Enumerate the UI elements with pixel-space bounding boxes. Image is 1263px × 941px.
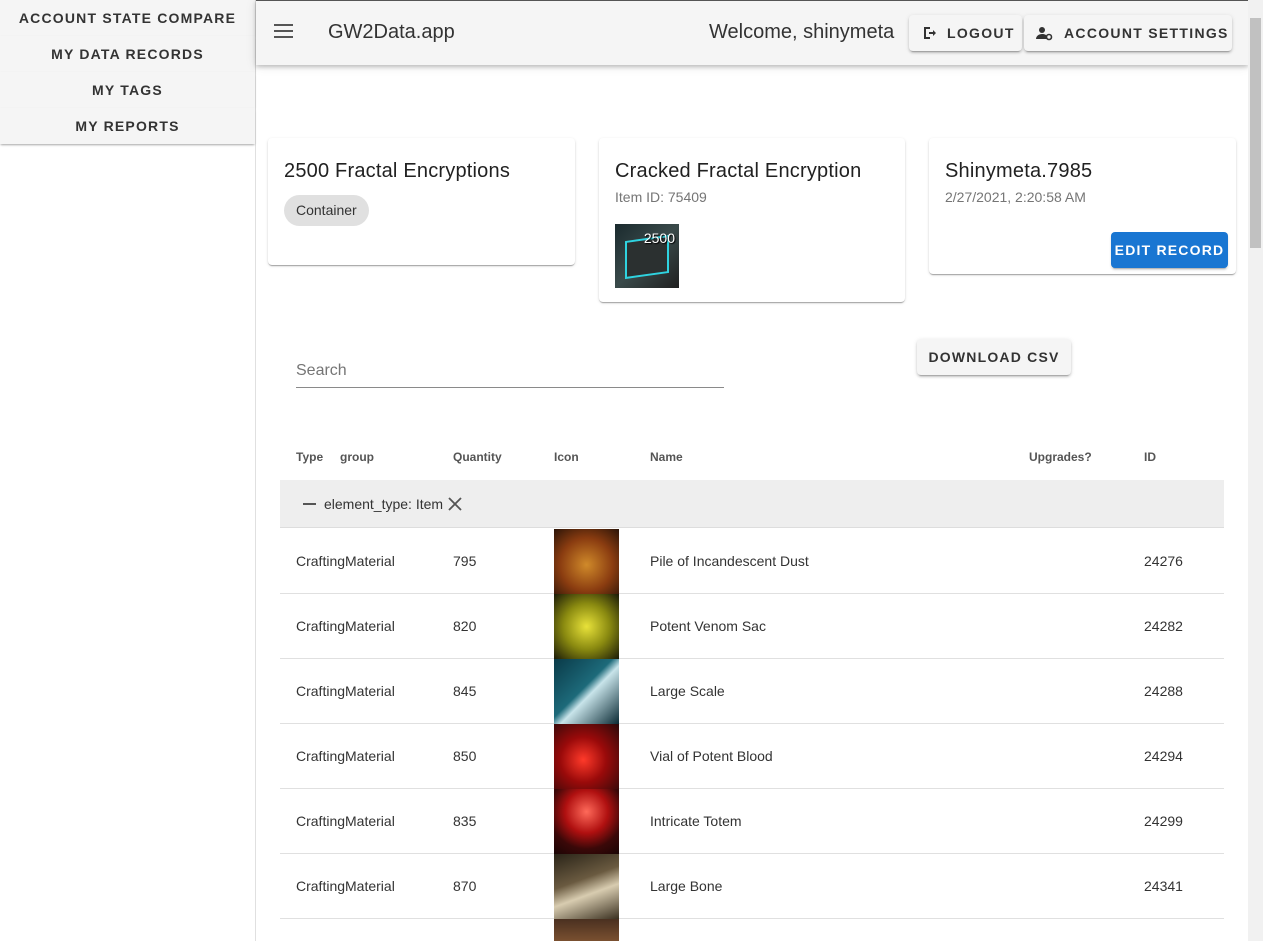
table-row[interactable]	[280, 919, 1224, 941]
close-icon[interactable]	[448, 497, 462, 511]
app-title[interactable]: GW2Data.app	[328, 21, 455, 44]
record-title: 2500 Fractal Encryptions	[284, 160, 511, 182]
table-row[interactable]: CraftingMaterial 845 Large Scale 24288	[280, 659, 1224, 724]
app-bar: GW2Data.app Welcome, shinymeta LOGOUT AC…	[256, 0, 1248, 65]
cell-id: 24288	[1144, 683, 1183, 699]
group-label: element_type: Item	[324, 496, 444, 512]
cell-quantity: 795	[453, 553, 477, 569]
search-label: Search	[296, 362, 347, 379]
table-row[interactable]: CraftingMaterial 850 Vial of Potent Bloo…	[280, 724, 1224, 789]
item-icon	[554, 919, 619, 941]
header-type[interactable]: Type	[296, 450, 323, 464]
table-row[interactable]: CraftingMaterial 795 Pile of Incandescen…	[280, 529, 1224, 594]
sidebar-item-my-tags[interactable]: MY TAGS	[0, 72, 255, 108]
logout-button[interactable]: LOGOUT	[909, 15, 1022, 51]
cell-id: 24299	[1144, 813, 1183, 829]
cell-type: CraftingMaterial	[296, 878, 395, 894]
cell-quantity: 850	[453, 748, 477, 764]
sidebar-item-account-state-compare[interactable]: ACCOUNT STATE COMPARE	[0, 0, 255, 36]
dust-icon	[554, 529, 619, 594]
cell-type: CraftingMaterial	[296, 618, 395, 634]
cell-quantity: 870	[453, 878, 477, 894]
cell-type: CraftingMaterial	[296, 553, 395, 569]
logout-icon	[924, 27, 936, 39]
page-scrollbar[interactable]	[1248, 0, 1263, 941]
cell-quantity: 845	[453, 683, 477, 699]
item-count: 2500	[643, 230, 675, 246]
cell-name: Vial of Potent Blood	[650, 748, 773, 764]
container-chip[interactable]: Container	[284, 195, 369, 226]
cell-id: 24294	[1144, 748, 1183, 764]
fractal-encryption-icon: 2500	[615, 224, 679, 288]
cell-name: Intricate Totem	[650, 813, 742, 829]
group-row: element_type: Item	[280, 480, 1224, 528]
totem-icon	[554, 789, 619, 854]
header-icon[interactable]: Icon	[554, 450, 579, 464]
record-timestamp: 2/27/2021, 2:20:58 AM	[945, 189, 1086, 205]
blood-vial-icon	[554, 724, 619, 789]
download-csv-button[interactable]: DOWNLOAD CSV	[917, 339, 1071, 375]
table-row[interactable]: CraftingMaterial 820 Potent Venom Sac 24…	[280, 594, 1224, 659]
item-card: Cracked Fractal Encryption Item ID: 7540…	[599, 138, 905, 302]
cell-name: Pile of Incandescent Dust	[650, 553, 809, 569]
welcome-text: Welcome, shinymeta	[709, 21, 895, 43]
collapse-icon[interactable]	[303, 503, 316, 505]
cell-type: CraftingMaterial	[296, 813, 395, 829]
cell-quantity: 820	[453, 618, 477, 634]
header-group[interactable]: group	[340, 450, 374, 464]
account-card: Shinymeta.7985 2/27/2021, 2:20:58 AM EDI…	[929, 138, 1236, 274]
search-input[interactable]: Search	[296, 358, 724, 388]
scrollbar-thumb[interactable]	[1250, 18, 1261, 248]
account-settings-button[interactable]: ACCOUNT SETTINGS	[1024, 15, 1232, 51]
header-upgrades[interactable]: Upgrades?	[1029, 450, 1092, 464]
cell-id: 24341	[1144, 878, 1183, 894]
cell-quantity: 835	[453, 813, 477, 829]
bone-icon	[554, 854, 619, 919]
account-settings-label: ACCOUNT SETTINGS	[1064, 25, 1229, 41]
logout-label: LOGOUT	[947, 25, 1015, 41]
menu-icon[interactable]	[274, 24, 293, 38]
table-header: Type group Quantity Icon Name Upgrades? …	[280, 432, 1224, 480]
item-title: Cracked Fractal Encryption	[615, 160, 862, 182]
scale-icon	[554, 659, 619, 724]
cell-name: Potent Venom Sac	[650, 618, 766, 634]
record-card: 2500 Fractal Encryptions Container	[268, 138, 575, 265]
header-quantity[interactable]: Quantity	[453, 450, 502, 464]
sidebar-item-my-reports[interactable]: MY REPORTS	[0, 108, 255, 144]
sidebar: ACCOUNT STATE COMPARE MY DATA RECORDS MY…	[0, 0, 256, 941]
item-id: Item ID: 75409	[615, 189, 707, 205]
cell-type: CraftingMaterial	[296, 683, 395, 699]
cell-id: 24276	[1144, 553, 1183, 569]
cell-name: Large Bone	[650, 878, 723, 894]
cell-type: CraftingMaterial	[296, 748, 395, 764]
venom-sac-icon	[554, 594, 619, 659]
cell-id: 24282	[1144, 618, 1183, 634]
header-name[interactable]: Name	[650, 450, 683, 464]
edit-record-button[interactable]: EDIT RECORD	[1111, 232, 1228, 268]
user-gear-icon	[1036, 27, 1053, 41]
table-row[interactable]: CraftingMaterial 870 Large Bone 24341	[280, 854, 1224, 919]
sidebar-item-my-data-records[interactable]: MY DATA RECORDS	[0, 36, 255, 72]
table-row[interactable]: CraftingMaterial 835 Intricate Totem 242…	[280, 789, 1224, 854]
header-id[interactable]: ID	[1144, 450, 1156, 464]
account-title: Shinymeta.7985	[945, 160, 1093, 182]
cell-name: Large Scale	[650, 683, 725, 699]
